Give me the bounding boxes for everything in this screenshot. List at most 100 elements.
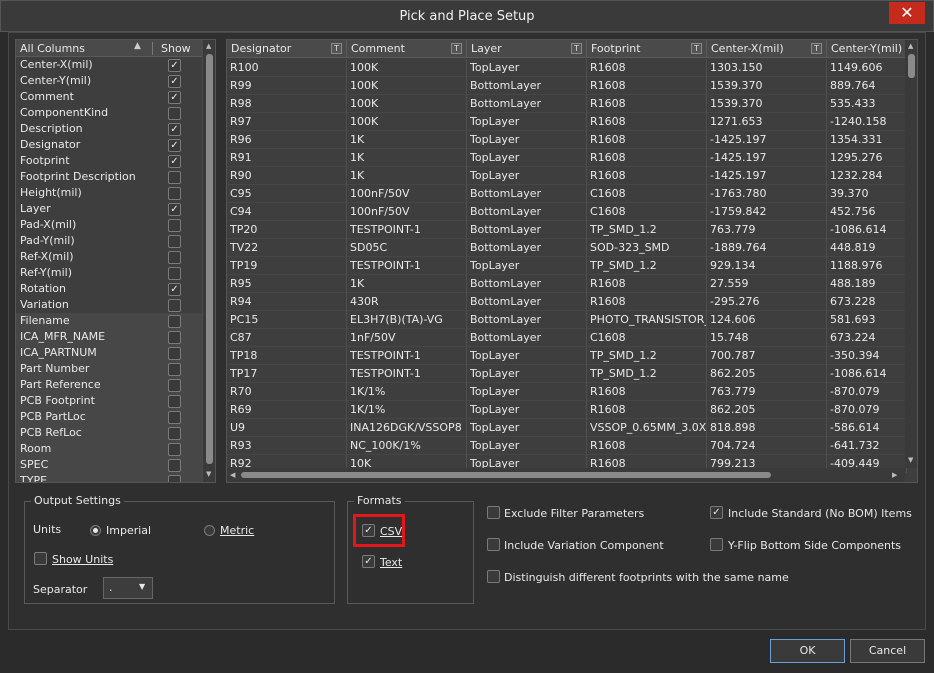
text-label[interactable]: Text (380, 556, 402, 569)
show-checkbox[interactable] (168, 235, 181, 248)
include-standard-checkbox[interactable]: ✓ (710, 506, 723, 519)
csv-checkbox[interactable]: ✓ (362, 524, 375, 537)
table-row[interactable]: R91 1K TopLayer R1608 -1425.197 1295.276 (227, 149, 907, 167)
table-row[interactable]: R69 1K/1% TopLayer R1608 862.205 -870.079 (227, 401, 907, 419)
scroll-thumb[interactable] (241, 472, 771, 478)
filter-icon[interactable]: T (451, 43, 462, 54)
column-item[interactable]: Footprint ✓ (16, 153, 215, 169)
show-checkbox[interactable] (168, 443, 181, 456)
column-item[interactable]: Height(mil) (16, 185, 215, 201)
table-row[interactable]: R90 1K TopLayer R1608 -1425.197 1232.284 (227, 167, 907, 185)
column-item[interactable]: Ref-X(mil) (16, 249, 215, 265)
show-checkbox[interactable]: ✓ (168, 59, 181, 72)
column-item[interactable]: Filename (16, 313, 215, 329)
show-checkbox[interactable] (168, 379, 181, 392)
column-item[interactable]: Footprint Description (16, 169, 215, 185)
column-item[interactable]: Part Number (16, 361, 215, 377)
filter-icon[interactable]: T (571, 43, 582, 54)
show-checkbox[interactable] (168, 107, 181, 120)
show-checkbox[interactable]: ✓ (168, 139, 181, 152)
show-checkbox[interactable] (168, 219, 181, 232)
show-units-label[interactable]: Show Units (52, 553, 113, 566)
table-row[interactable]: C94 100nF/50V BottomLayer C1608 -1759.842 452… (227, 203, 907, 221)
scroll-thumb[interactable] (206, 54, 213, 464)
exclude-filter-checkbox[interactable] (487, 506, 500, 519)
csv-label[interactable]: CSV (380, 525, 402, 538)
column-item[interactable]: Description ✓ (16, 121, 215, 137)
column-item[interactable]: Designator ✓ (16, 137, 215, 153)
include-variation-label[interactable]: Include Variation Component (504, 539, 664, 552)
table-row[interactable]: R94 430R BottomLayer R1608 -295.276 673.228 (227, 293, 907, 311)
table-row[interactable]: U9 INA126DGK/VSSOP8 TopLayer VSSOP_0.65MM_3… (227, 419, 907, 437)
grid-vertical-scrollbar[interactable]: ▲ ▼ (905, 40, 917, 468)
imperial-radio[interactable] (90, 525, 101, 536)
table-row[interactable]: TP18 TESTPOINT-1 TopLayer TP_SMD_1.2 700.787… (227, 347, 907, 365)
metric-radio[interactable] (204, 525, 215, 536)
scroll-right-icon[interactable]: ▶ (892, 471, 897, 479)
column-item[interactable]: Center-Y(mil) ✓ (16, 73, 215, 89)
show-checkbox[interactable]: ✓ (168, 203, 181, 216)
sort-ascending-icon[interactable]: ▲ (134, 41, 141, 51)
table-row[interactable]: R95 1K BottomLayer R1608 27.559 488.189 (227, 275, 907, 293)
scroll-down-icon[interactable]: ▼ (206, 470, 211, 478)
show-checkbox[interactable] (168, 267, 181, 280)
column-item[interactable]: Rotation ✓ (16, 281, 215, 297)
distinguish-footprints-checkbox[interactable] (487, 570, 500, 583)
table-row[interactable]: TP19 TESTPOINT-1 TopLayer TP_SMD_1.2 929.134… (227, 257, 907, 275)
grid-column-header[interactable]: Comment T (347, 40, 467, 58)
scroll-down-icon[interactable]: ▼ (908, 456, 913, 464)
show-checkbox[interactable] (168, 475, 181, 482)
show-checkbox[interactable] (168, 427, 181, 440)
show-checkbox[interactable] (168, 171, 181, 184)
include-variation-checkbox[interactable] (487, 538, 500, 551)
show-checkbox[interactable]: ✓ (168, 123, 181, 136)
column-item[interactable]: Variation (16, 297, 215, 313)
scroll-up-icon[interactable]: ▲ (206, 42, 211, 50)
metric-label[interactable]: Metric (220, 524, 254, 537)
text-checkbox[interactable]: ✓ (362, 555, 375, 568)
show-checkbox[interactable] (168, 315, 181, 328)
yflip-checkbox[interactable] (710, 538, 723, 551)
exclude-filter-label[interactable]: Exclude Filter Parameters (504, 507, 644, 520)
table-row[interactable]: PC15 EL3H7(B)(TA)-VG BottomLayer PHOTO_TRAN… (227, 311, 907, 329)
distinguish-footprints-label[interactable]: Distinguish different footprints with th… (504, 571, 789, 584)
show-checkbox[interactable] (168, 187, 181, 200)
table-row[interactable]: R99 100K BottomLayer R1608 1539.370 889.764 (227, 77, 907, 95)
show-checkbox[interactable] (168, 411, 181, 424)
filter-icon[interactable]: T (811, 43, 822, 54)
scroll-up-icon[interactable]: ▲ (908, 42, 913, 50)
table-row[interactable]: R97 100K TopLayer R1608 1271.653 -1240.158 (227, 113, 907, 131)
grid-column-header[interactable]: Center-X(mil) T (707, 40, 827, 58)
table-row[interactable]: R100 100K TopLayer R1608 1303.150 1149.606 (227, 59, 907, 77)
column-item[interactable]: Pad-X(mil) (16, 217, 215, 233)
show-checkbox[interactable]: ✓ (168, 155, 181, 168)
ok-button[interactable]: OK (770, 639, 845, 663)
cancel-button[interactable]: Cancel (850, 639, 925, 663)
grid-column-header[interactable]: Center-Y(mil) (827, 40, 907, 58)
show-checkbox[interactable] (168, 347, 181, 360)
chevron-down-icon[interactable]: ▼ (139, 582, 145, 591)
table-row[interactable]: C87 1nF/50V BottomLayer C1608 15.748 673.224 (227, 329, 907, 347)
table-row[interactable]: R70 1K/1% TopLayer R1608 763.779 -870.079 (227, 383, 907, 401)
show-checkbox[interactable]: ✓ (168, 283, 181, 296)
show-header[interactable]: Show (161, 42, 191, 55)
column-item[interactable]: Layer ✓ (16, 201, 215, 217)
grid-column-header[interactable]: Designator T (227, 40, 347, 58)
table-row[interactable]: R98 100K BottomLayer R1608 1539.370 535.433 (227, 95, 907, 113)
show-units-checkbox[interactable] (34, 552, 47, 565)
separator-dropdown[interactable]: . ▼ (103, 577, 153, 599)
column-item[interactable]: Ref-Y(mil) (16, 265, 215, 281)
column-item[interactable]: ComponentKind (16, 105, 215, 121)
grid-column-header[interactable]: Footprint T (587, 40, 707, 58)
scroll-left-icon[interactable]: ◀ (230, 471, 235, 479)
grid-horizontal-scrollbar[interactable]: ◀ ▶ (227, 468, 905, 482)
filter-icon[interactable]: T (331, 43, 342, 54)
table-row[interactable]: R93 NC_100K/1% TopLayer R1608 704.724 -641.73… (227, 437, 907, 455)
filter-icon[interactable]: T (691, 43, 702, 54)
imperial-label[interactable]: Imperial (106, 524, 151, 537)
columns-list-scrollbar[interactable]: ▲ ▼ (202, 40, 215, 482)
table-row[interactable]: C95 100nF/50V BottomLayer C1608 -1763.780 39.… (227, 185, 907, 203)
show-checkbox[interactable] (168, 395, 181, 408)
column-item[interactable]: PCB Footprint (16, 393, 215, 409)
all-columns-header[interactable]: All Columns (20, 42, 85, 55)
